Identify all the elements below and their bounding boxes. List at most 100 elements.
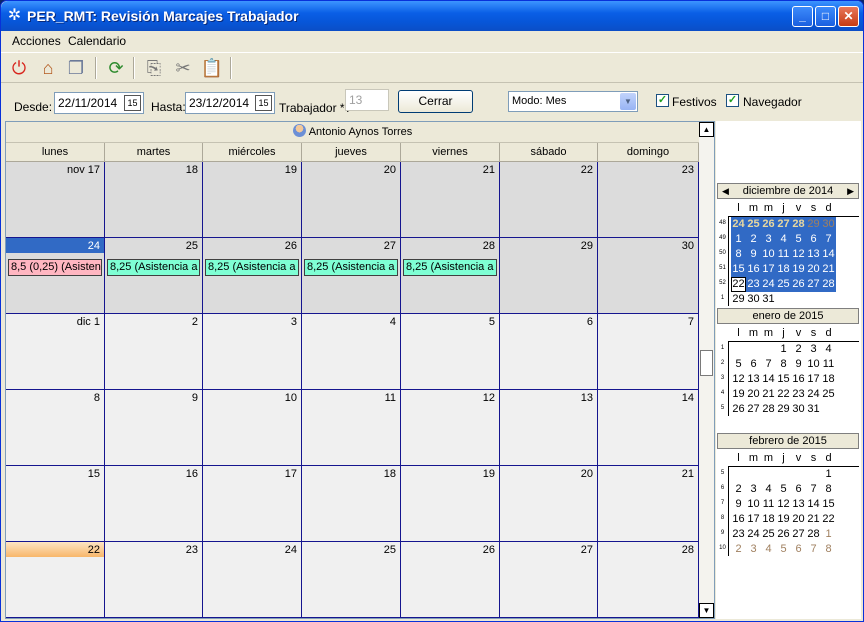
navigator-day[interactable]: 19 <box>791 262 806 277</box>
day-cell[interactable]: 26 <box>401 542 500 618</box>
day-cell[interactable]: 16 <box>105 466 203 542</box>
navigator-day[interactable]: 17 <box>761 262 776 277</box>
attendance-event[interactable]: 8,25 (Asistencia a <box>107 259 200 276</box>
navigator-day[interactable]: 3 <box>746 482 761 497</box>
navigator-day[interactable]: 10 <box>806 357 821 372</box>
navigator-day[interactable]: 6 <box>806 232 821 247</box>
navigator-day[interactable]: 3 <box>806 342 821 357</box>
navigator-day[interactable]: 11 <box>776 247 791 262</box>
navigator-day[interactable]: 3 <box>746 542 761 557</box>
navigator-day[interactable]: 13 <box>746 372 761 387</box>
day-cell[interactable]: nov 17 <box>6 162 105 238</box>
day-cell[interactable]: 19 <box>203 162 302 238</box>
calendar-scrollbar[interactable]: ▲ ▼ <box>699 122 714 618</box>
day-cell[interactable]: 26 8,25 (Asistencia a <box>203 238 302 314</box>
navigator-day[interactable]: 6 <box>791 542 806 557</box>
day-cell[interactable]: 9 <box>105 390 203 466</box>
cut-icon[interactable]: ✂ <box>171 56 195 80</box>
navigator-day[interactable]: 14 <box>761 372 776 387</box>
navigator-day[interactable]: 23 <box>731 527 746 542</box>
navigator-day[interactable]: 4 <box>761 482 776 497</box>
scroll-thumb[interactable] <box>700 350 713 376</box>
navigator-day[interactable]: 19 <box>776 512 791 527</box>
navigator-day[interactable]: 3 <box>761 232 776 247</box>
navigator-day[interactable]: 28 <box>791 217 806 232</box>
navigator-day[interactable]: 26 <box>731 402 746 417</box>
navigator-day[interactable]: 9 <box>746 247 761 262</box>
navigator-day[interactable]: 8 <box>776 357 791 372</box>
navigator-day[interactable]: 12 <box>731 372 746 387</box>
navigator-day[interactable]: 1 <box>821 467 836 482</box>
attendance-event[interactable]: 8,25 (Asistencia a <box>205 259 299 276</box>
title-bar[interactable]: ✲ PER_RMT: Revisión Marcajes Trabajador … <box>1 1 863 31</box>
navigator-day[interactable]: 8 <box>821 542 836 557</box>
navigator-day[interactable]: 17 <box>806 372 821 387</box>
navigator-day[interactable]: 14 <box>806 497 821 512</box>
navigator-day[interactable]: 10 <box>746 497 761 512</box>
navigator-day[interactable]: 1 <box>731 232 746 247</box>
day-cell[interactable]: 15 <box>6 466 105 542</box>
day-cell[interactable]: 25 <box>302 542 401 618</box>
navigator-day[interactable]: 24 <box>731 217 746 232</box>
menu-acciones[interactable]: Acciones <box>12 34 61 48</box>
navigator-day[interactable]: 30 <box>791 402 806 417</box>
day-cell[interactable]: 14 <box>598 390 699 466</box>
navigator-day[interactable]: 5 <box>776 482 791 497</box>
navigator-day[interactable]: 5 <box>776 542 791 557</box>
navigator-day[interactable]: 1 <box>821 527 836 542</box>
navigator-day[interactable]: 22 <box>776 387 791 402</box>
day-cell[interactable]: 23 <box>105 542 203 618</box>
navigator-day[interactable]: 13 <box>791 497 806 512</box>
navigator-day[interactable]: 18 <box>776 262 791 277</box>
navigator-day[interactable]: 26 <box>776 527 791 542</box>
navigator-day[interactable]: 28 <box>806 527 821 542</box>
day-cell[interactable]: 30 <box>598 238 699 314</box>
navigator-day[interactable]: 6 <box>746 357 761 372</box>
mode-select[interactable]: Modo: Mes ▼ <box>508 91 638 112</box>
minimize-button[interactable]: _ <box>792 6 813 27</box>
day-cell[interactable]: 18 <box>105 162 203 238</box>
navigator-day[interactable]: 24 <box>746 527 761 542</box>
desde-calendar-icon[interactable]: 15 <box>124 95 141 111</box>
chevron-down-icon[interactable]: ▼ <box>620 93 636 110</box>
day-cell[interactable]: 12 <box>401 390 500 466</box>
day-cell[interactable]: 27 8,25 (Asistencia a <box>302 238 401 314</box>
navigator-day[interactable]: 7 <box>821 232 836 247</box>
navegador-checkbox[interactable]: ✓ <box>726 94 739 107</box>
windows-icon[interactable]: ❐ <box>64 56 88 80</box>
navigator-day[interactable]: 4 <box>761 542 776 557</box>
navigator-day[interactable]: 9 <box>731 497 746 512</box>
navigator-day[interactable]: 11 <box>821 357 836 372</box>
navigator-day[interactable]: 29 <box>731 292 746 307</box>
day-cell[interactable]: 25 8,25 (Asistencia a <box>105 238 203 314</box>
navigator-day[interactable]: 29 <box>776 402 791 417</box>
day-cell[interactable]: 8 <box>6 390 105 466</box>
navigator-day[interactable]: 28 <box>821 277 836 292</box>
day-cell[interactable]: 18 <box>302 466 401 542</box>
refresh-icon[interactable]: ⟳ <box>104 56 128 80</box>
day-cell[interactable]: 28 <box>598 542 699 618</box>
navigator-day[interactable]: 28 <box>761 402 776 417</box>
navigator-day[interactable]: 4 <box>821 342 836 357</box>
day-cell[interactable]: 13 <box>500 390 598 466</box>
navigator-day[interactable]: 25 <box>746 217 761 232</box>
day-cell[interactable]: 29 <box>500 238 598 314</box>
navigator-day[interactable]: 27 <box>746 402 761 417</box>
close-window-button[interactable]: ✕ <box>838 6 859 27</box>
navigator-day[interactable]: 17 <box>746 512 761 527</box>
navigator-day[interactable]: 31 <box>761 292 776 307</box>
navigator-day[interactable]: 15 <box>731 262 746 277</box>
copy-icon[interactable]: ⎘ <box>142 56 166 80</box>
navigator-day[interactable]: 26 <box>761 217 776 232</box>
attendance-event[interactable]: 8,25 (Asistencia a <box>403 259 497 276</box>
navigator-day[interactable]: 27 <box>791 527 806 542</box>
trabajador-field[interactable]: 13 <box>345 89 389 111</box>
navigator-day[interactable]: 7 <box>761 357 776 372</box>
day-cell[interactable]: 3 <box>203 314 302 390</box>
navigator-day[interactable]: 11 <box>761 497 776 512</box>
day-cell[interactable]: 22 <box>500 162 598 238</box>
day-cell[interactable]: 27 <box>500 542 598 618</box>
navigator-day[interactable]: 23 <box>746 277 761 292</box>
navigator-day[interactable]: 31 <box>806 402 821 417</box>
navigator-day[interactable]: 5 <box>731 357 746 372</box>
